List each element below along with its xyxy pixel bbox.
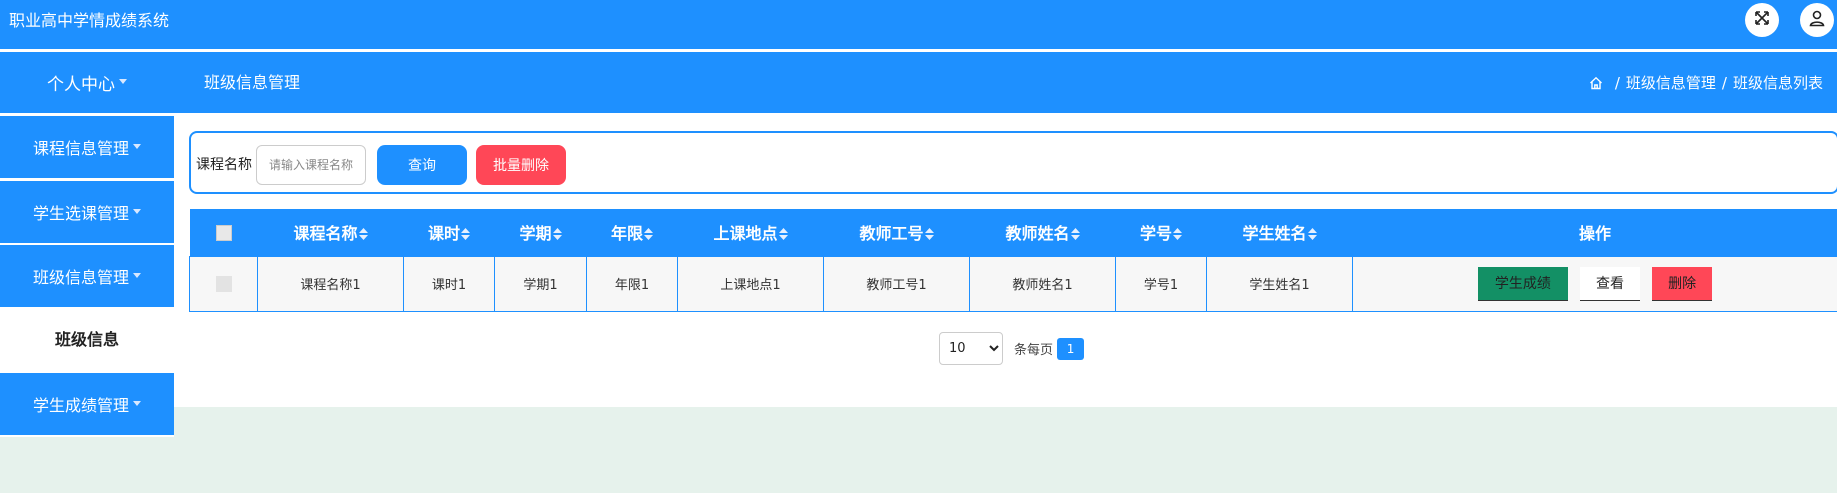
sidebar-item-course-info[interactable]: 课程信息管理 [0,116,174,178]
sidebar-item-label: 学生成绩管理 [32,396,129,415]
sidebar-item-label: 学生选课管理 [32,204,129,223]
breadcrumb-item-class-info-list: 班级信息列表 [1732,74,1823,92]
app-title: 职业高中学情成绩系统 [9,11,170,30]
column-header-semester[interactable]: 学期 [494,209,587,256]
column-header-location[interactable]: 上课地点 [677,209,824,256]
home-icon[interactable] [1589,76,1603,90]
table-cell: 年限1 [586,255,678,312]
sort-icon [778,225,788,244]
page-size-select[interactable]: 10 [939,332,1003,365]
search-panel: 课程名称 查询 批量删除 [189,131,1837,194]
expand-arrows-icon [1753,9,1771,31]
table-cell: 课程名称1 [257,255,404,312]
breadcrumb-separator: / [1614,74,1620,92]
table-cell: 学期1 [494,255,587,312]
page-title: 班级信息管理 [204,73,301,92]
top-bar: 职业高中学情成绩系统 [0,0,1837,49]
column-header-student-id[interactable]: 学号 [1115,209,1207,256]
pagination: 10 条每页 1 [939,332,1085,365]
sidebar-item-label: 班级信息管理 [32,268,129,287]
column-header-class-hours[interactable]: 课时 [403,209,495,256]
sort-icon [461,225,470,244]
chevron-down-icon [133,208,141,214]
sidebar-item-label: 班级信息 [54,330,119,349]
table-header-row: 课程名称 课时 学期 年限 上课地点 教师工号 教师姓名 学号 学生姓名 操作 [189,209,1837,256]
personal-center-link[interactable]: 个人中心 [0,52,174,113]
table-cell: 学号1 [1115,255,1207,312]
row-select-cell [189,255,258,312]
sort-icon [358,225,368,244]
student-score-button[interactable]: 学生成绩 [1477,266,1568,301]
sidebar: 课程信息管理 学生选课管理 班级信息管理 班级信息 学生成绩管理 [0,113,174,437]
user-menu-button[interactable] [1800,3,1834,37]
select-all-checkbox[interactable] [215,225,232,242]
select-all-header [189,209,258,256]
sidebar-item-course-selection[interactable]: 学生选课管理 [0,181,174,243]
column-header-teacher-id[interactable]: 教师工号 [823,209,970,256]
breadcrumb: / 班级信息管理 / 班级信息列表 [1589,73,1823,93]
sort-icon [924,225,934,244]
breadcrumb-item-class-info-manage[interactable]: 班级信息管理 [1626,73,1716,93]
column-header-actions: 操作 [1352,209,1837,256]
delete-button[interactable]: 删除 [1652,266,1713,301]
breadcrumb-separator: / [1721,74,1727,92]
table-row: 课程名称1 课时1 学期1 年限1 上课地点1 教师工号1 教师姓名1 学号1 … [189,255,1837,312]
sort-icon [644,225,653,244]
chevron-down-icon [133,272,141,278]
class-info-table: 课程名称 课时 学期 年限 上课地点 教师工号 教师姓名 学号 学生姓名 操作 … [189,209,1837,312]
personal-center-label: 个人中心 [47,75,115,95]
batch-delete-button[interactable]: 批量删除 [476,145,566,185]
column-header-course-name[interactable]: 课程名称 [257,209,404,256]
fullscreen-button[interactable] [1745,3,1779,37]
table-cell: 教师姓名1 [969,255,1116,312]
column-header-student-name[interactable]: 学生姓名 [1206,209,1353,256]
table-cell: 学生姓名1 [1206,255,1353,312]
sidebar-item-score-manage[interactable]: 学生成绩管理 [0,373,174,435]
page-number-button[interactable]: 1 [1057,337,1085,360]
user-icon [1808,9,1826,31]
table-cell: 教师工号1 [823,255,970,312]
query-button[interactable]: 查询 [377,145,467,185]
course-name-search-input[interactable] [256,145,366,185]
column-header-teacher-name[interactable]: 教师姓名 [969,209,1116,256]
table-cell: 上课地点1 [677,255,824,312]
chevron-down-icon [133,143,141,149]
sidebar-subitem-class-info[interactable]: 班级信息 [0,307,174,369]
table-cell: 课时1 [403,255,495,312]
view-button[interactable]: 查看 [1580,266,1640,301]
chevron-down-icon [119,79,127,84]
row-checkbox[interactable] [215,275,232,292]
chevron-down-icon [133,400,141,406]
sidebar-item-label: 课程信息管理 [32,139,129,158]
column-header-year[interactable]: 年限 [586,209,678,256]
sidebar-item-class-info-manage[interactable]: 班级信息管理 [0,245,174,307]
per-page-label: 条每页 [1014,343,1054,358]
sort-icon [1173,225,1182,244]
sort-icon [1307,225,1317,244]
sort-icon [552,225,562,244]
row-actions-cell: 学生成绩 查看 删除 [1352,255,1837,312]
sort-icon [1070,225,1080,244]
course-name-label: 课程名称 [196,157,252,173]
header-bar: 个人中心 班级信息管理 / 班级信息管理 / 班级信息列表 [0,52,1837,113]
